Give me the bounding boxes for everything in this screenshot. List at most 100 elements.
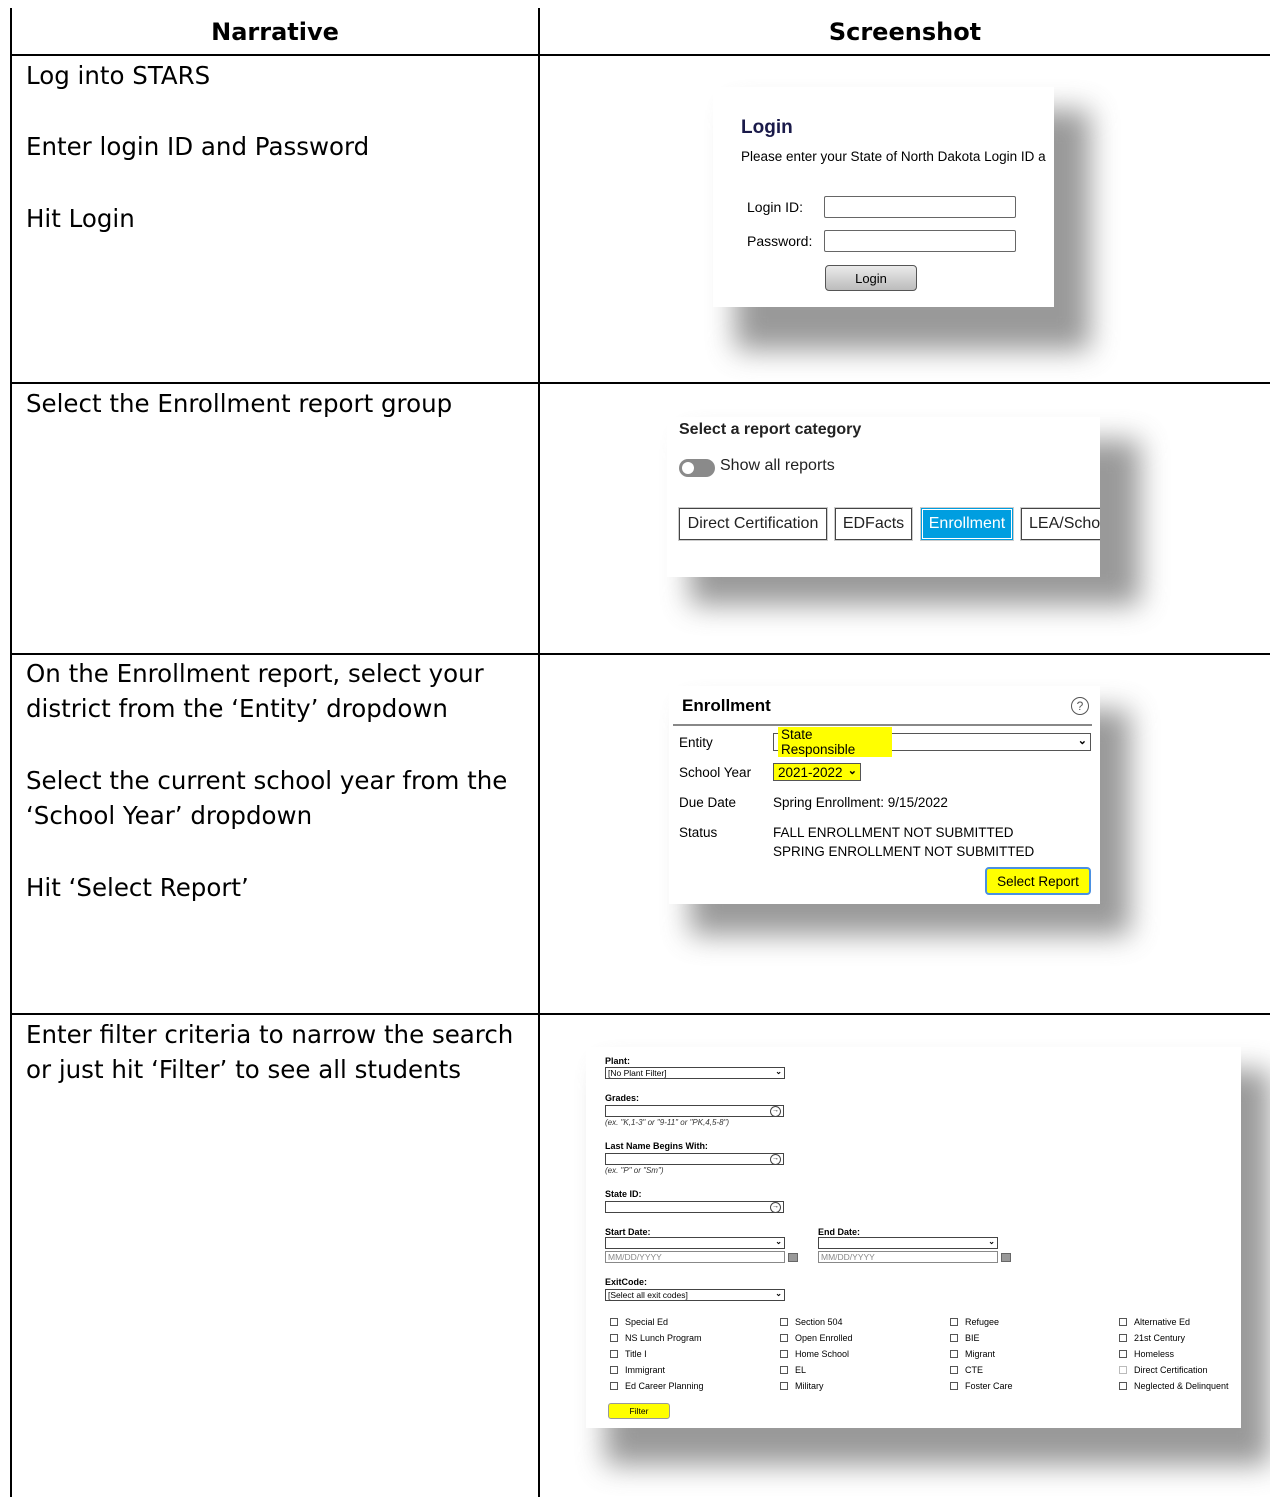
row-rule-2 bbox=[10, 653, 1270, 655]
enrollment-title: Enrollment bbox=[682, 696, 771, 715]
checkbox-bie[interactable]: BIE bbox=[950, 1333, 980, 1343]
checkbox-box bbox=[610, 1366, 618, 1374]
checkbox-ed-career[interactable]: Ed Career Planning bbox=[610, 1381, 704, 1391]
checkbox-refugee[interactable]: Refugee bbox=[950, 1317, 999, 1327]
login-button[interactable]: Login bbox=[825, 265, 917, 291]
show-all-label: Show all reports bbox=[720, 457, 835, 474]
narrative-line: Enter filter criteria to narrow the sear… bbox=[26, 1020, 514, 1084]
checkbox-el[interactable]: EL bbox=[780, 1365, 806, 1375]
login-panel: Login Please enter your State of North D… bbox=[713, 87, 1054, 307]
end-date-input[interactable]: MM/DD/YYYY bbox=[818, 1251, 998, 1263]
checkbox-label: Open Enrolled bbox=[795, 1333, 853, 1343]
go-icon[interactable]: → bbox=[770, 1154, 781, 1165]
category-panel: Select a report category Show all report… bbox=[667, 417, 1100, 577]
checkbox-box bbox=[610, 1334, 618, 1342]
exitcode-label: ExitCode: bbox=[605, 1277, 648, 1287]
lastname-input[interactable]: → bbox=[605, 1153, 784, 1165]
start-date-select[interactable]: ⌄ bbox=[605, 1237, 785, 1249]
enrollment-panel: Enrollment ? Entity State Responsible ⌄ … bbox=[669, 686, 1100, 904]
end-date-label: End Date: bbox=[818, 1227, 861, 1237]
checkbox-box bbox=[780, 1366, 788, 1374]
end-date-select[interactable]: ⌄ bbox=[818, 1237, 998, 1249]
chevron-down-icon: ⌄ bbox=[1077, 735, 1087, 747]
narrative-line: Select the Enrollment report group bbox=[26, 389, 453, 418]
checkbox-direct-certification[interactable]: Direct Certification bbox=[1119, 1365, 1208, 1375]
school-year-select[interactable]: 2021-2022 ⌄ bbox=[773, 763, 861, 781]
narrative-line: Select the current school year from the … bbox=[26, 766, 508, 830]
status-spring: SPRING ENROLLMENT NOT SUBMITTED bbox=[773, 844, 1035, 859]
checkbox-box bbox=[780, 1318, 788, 1326]
checkbox-box bbox=[950, 1350, 958, 1358]
password-label: Password: bbox=[747, 233, 813, 249]
plant-select[interactable]: [No Plant Filter] ⌄ bbox=[605, 1067, 785, 1079]
grades-input[interactable]: → bbox=[605, 1105, 784, 1117]
checkbox-open-enrolled[interactable]: Open Enrolled bbox=[780, 1333, 853, 1343]
checkbox-box bbox=[950, 1334, 958, 1342]
checkbox-label: Homeless bbox=[1134, 1349, 1175, 1359]
checkbox-box bbox=[950, 1318, 958, 1326]
checkbox-ns-lunch[interactable]: NS Lunch Program bbox=[610, 1333, 702, 1343]
stateid-label: State ID: bbox=[605, 1189, 642, 1199]
show-all-toggle[interactable] bbox=[679, 459, 715, 477]
row-rule-1 bbox=[10, 382, 1270, 384]
lastname-hint: (ex. "P" or "Sm") bbox=[605, 1166, 664, 1175]
select-report-button[interactable]: Select Report bbox=[985, 867, 1091, 895]
checkbox-immigrant[interactable]: Immigrant bbox=[610, 1365, 665, 1375]
plant-label: Plant: bbox=[605, 1056, 631, 1066]
checkbox-label: CTE bbox=[965, 1365, 983, 1375]
start-date-input[interactable]: MM/DD/YYYY bbox=[605, 1251, 785, 1263]
password-input[interactable] bbox=[824, 230, 1016, 252]
checkbox-label: Refugee bbox=[965, 1317, 1000, 1327]
checkbox-label: 21st Century bbox=[1134, 1333, 1186, 1343]
checkbox-box bbox=[1119, 1334, 1127, 1342]
checkbox-title-i[interactable]: Title I bbox=[610, 1349, 647, 1359]
status-fall: FALL ENROLLMENT NOT SUBMITTED bbox=[773, 825, 1014, 840]
checkbox-label: Home School bbox=[795, 1349, 850, 1359]
checkbox-label: Foster Care bbox=[965, 1381, 1013, 1391]
calendar-icon[interactable] bbox=[1001, 1253, 1011, 1262]
filter-panel: Plant: [No Plant Filter] ⌄ Grades: → (ex… bbox=[586, 1047, 1241, 1428]
checkbox-cte[interactable]: CTE bbox=[950, 1365, 983, 1375]
checkbox-box bbox=[1119, 1382, 1127, 1390]
category-button-lea-school[interactable]: LEA/Scho bbox=[1021, 508, 1100, 540]
calendar-icon[interactable] bbox=[788, 1253, 798, 1262]
checkbox-neglected-delinquent[interactable]: Neglected & Delinquent bbox=[1119, 1381, 1229, 1391]
go-icon[interactable]: → bbox=[770, 1202, 781, 1213]
entity-select[interactable]: State Responsible ⌄ bbox=[773, 727, 1091, 757]
checkbox-special-ed[interactable]: Special Ed bbox=[610, 1317, 668, 1327]
checkbox-box bbox=[950, 1382, 958, 1390]
checkbox-box bbox=[950, 1366, 958, 1374]
checkbox-home-school[interactable]: Home School bbox=[780, 1349, 849, 1359]
checkbox-label: Immigrant bbox=[625, 1365, 666, 1375]
checkbox-military[interactable]: Military bbox=[780, 1381, 824, 1391]
category-button-edfacts[interactable]: EDFacts bbox=[835, 508, 912, 540]
checkbox-foster-care[interactable]: Foster Care bbox=[950, 1381, 1013, 1391]
go-icon[interactable]: → bbox=[770, 1106, 781, 1117]
checkbox-box bbox=[1119, 1350, 1127, 1358]
checkbox-label: Neglected & Delinquent bbox=[1134, 1381, 1229, 1391]
exitcode-select[interactable]: [Select all exit codes] ⌄ bbox=[605, 1289, 785, 1301]
checkbox-21st-century[interactable]: 21st Century bbox=[1119, 1333, 1185, 1343]
filter-button[interactable]: Filter bbox=[608, 1403, 670, 1419]
checkbox-migrant[interactable]: Migrant bbox=[950, 1349, 995, 1359]
checkbox-label: EL bbox=[795, 1365, 807, 1375]
chevron-down-icon: ⌄ bbox=[775, 1289, 782, 1298]
narrative-line: On the Enrollment report, select your di… bbox=[26, 659, 484, 723]
status-label: Status bbox=[679, 825, 718, 840]
entity-value: State Responsible bbox=[778, 727, 892, 757]
header-rule bbox=[10, 54, 1270, 56]
login-id-input[interactable] bbox=[824, 196, 1016, 218]
category-button-enrollment[interactable]: Enrollment bbox=[921, 508, 1013, 540]
stateid-input[interactable]: → bbox=[605, 1201, 784, 1213]
checkbox-box bbox=[780, 1334, 788, 1342]
checkbox-alternative-ed[interactable]: Alternative Ed bbox=[1119, 1317, 1190, 1327]
help-icon[interactable]: ? bbox=[1071, 697, 1089, 715]
checkbox-homeless[interactable]: Homeless bbox=[1119, 1349, 1174, 1359]
entity-label: Entity bbox=[679, 735, 713, 750]
checkbox-section-504[interactable]: Section 504 bbox=[780, 1317, 843, 1327]
header-screenshot: Screenshot bbox=[828, 18, 982, 46]
category-button-direct-certification[interactable]: Direct Certification bbox=[679, 508, 827, 540]
row-rule-3 bbox=[10, 1013, 1270, 1015]
grades-hint: (ex. "K,1-3" or "9-11" or "PK,4,5-8") bbox=[605, 1118, 730, 1127]
lastname-label: Last Name Begins With: bbox=[605, 1141, 708, 1151]
